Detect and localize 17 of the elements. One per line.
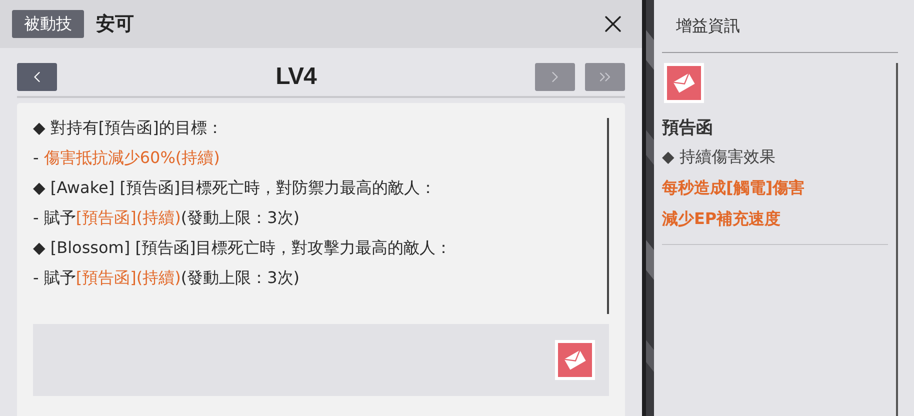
buff-panel-title: 增益資訊	[676, 15, 740, 37]
description-line: - 賦予[預告函](持續)(發動上限：3次)	[33, 208, 300, 229]
description-line: - 賦予[預告函](持續)(發動上限：3次)	[33, 268, 300, 289]
envelope-icon	[555, 340, 595, 380]
envelope-icon	[664, 63, 704, 103]
description-line: - 傷害抵抗減少60%(持續)	[33, 148, 221, 169]
buff-name: 預告函	[662, 117, 714, 140]
skill-type-badge: 被動技	[12, 10, 84, 38]
buff-effect-line: ◆ 持續傷害效果	[662, 146, 776, 168]
buff-effect-line: 減少EP補充速度	[662, 208, 782, 230]
skill-name: 安可	[96, 12, 134, 37]
level-label: LV4	[276, 62, 316, 92]
description-line: ◆ [Awake] [預告函]目標死亡時，對防禦力最高的敵人：	[33, 178, 438, 199]
buff-effect-line: 每秒造成[觸電]傷害	[662, 177, 806, 199]
description-line: ◆ [Blossom] [預告函]目標死亡時，對攻擊力最高的敵人：	[33, 238, 453, 259]
previous-button[interactable]	[17, 63, 57, 91]
description-line: ◆ 對持有[預告函]的目標：	[33, 118, 224, 139]
